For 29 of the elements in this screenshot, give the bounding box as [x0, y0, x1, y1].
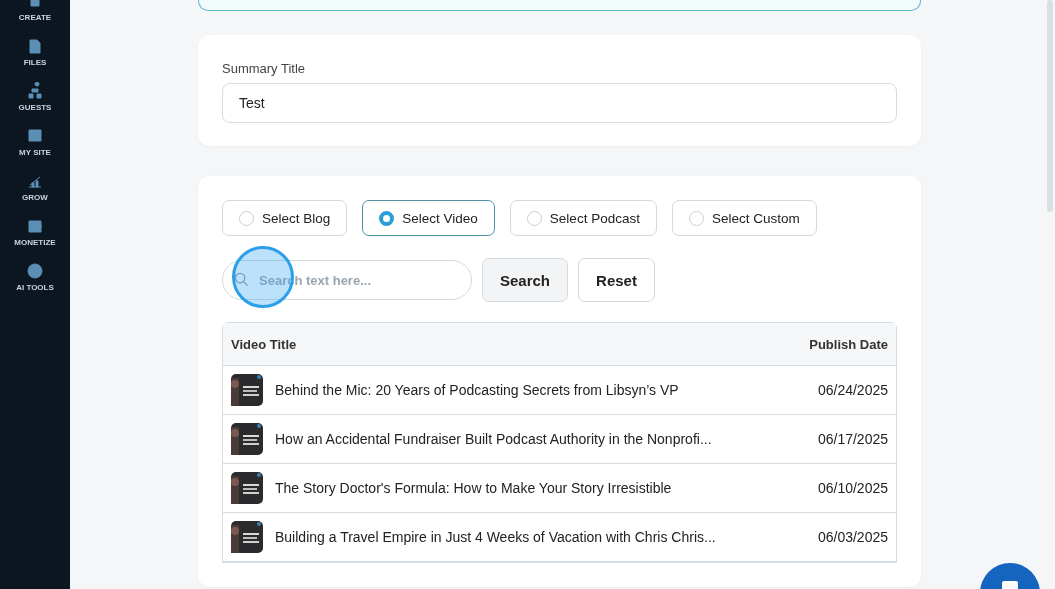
- scrollbar[interactable]: [1047, 0, 1053, 212]
- table-cell-text: The Story Doctor's Formula: How to Make Your Story Irresistible: [275, 480, 673, 496]
- search-icon: [234, 272, 249, 287]
- column-header: Publish Date: [809, 336, 888, 352]
- table-cell: 06/10/2025: [817, 480, 888, 496]
- table-cell-text: How an Accidental Fundraiser Built Podcast Authority in the Nonprofi...: [275, 431, 713, 447]
- nav-item[interactable]: MONETIZE: [0, 205, 70, 250]
- field-label: Summary Title: [222, 61, 307, 76]
- summary-title-field[interactable]: Test: [222, 83, 897, 123]
- radio-option[interactable]: Select Custom: [671, 200, 817, 236]
- nav-item[interactable]: FILES: [0, 25, 70, 70]
- search-button[interactable]: Search: [482, 258, 569, 302]
- reset-button[interactable]: Reset: [578, 258, 655, 302]
- nav-item[interactable]: AI TOOLS: [0, 250, 70, 295]
- nav-item[interactable]: GROW: [0, 160, 70, 205]
- radio-option[interactable]: Select Podcast: [509, 200, 657, 236]
- radio-option[interactable]: Select Blog: [222, 200, 348, 236]
- table-cell: 06/03/2025: [817, 529, 888, 545]
- nav-item[interactable]: MY SITE: [0, 115, 70, 160]
- table-cell-text: Behind the Mic: 20 Years of Podcasting Secrets from Libsyn’s VP: [275, 382, 680, 398]
- people-icon: [26, 82, 44, 100]
- column-header: Video Title: [231, 336, 297, 352]
- table-cell: 06/24/2025: [817, 382, 888, 398]
- table-cell-text: Building a Travel Empire in Just 4 Weeks of Vacation with Chris Chris...: [275, 529, 717, 545]
- file-icon: [26, 37, 44, 55]
- table-cell: 06/17/2025: [817, 431, 888, 447]
- nav-item[interactable]: CREATE: [0, 0, 70, 25]
- nav-item[interactable]: GUESTS: [0, 70, 70, 115]
- radio-option[interactable]: Select Video: [362, 200, 495, 236]
